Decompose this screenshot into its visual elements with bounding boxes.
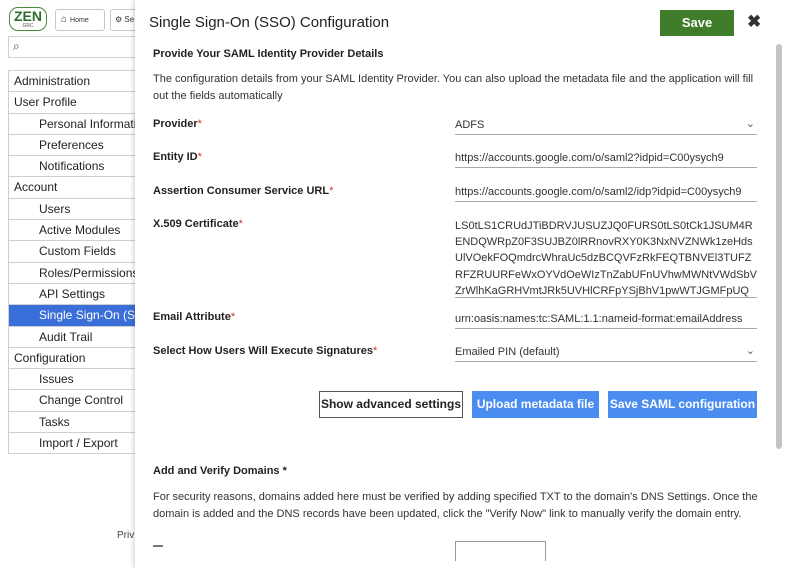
- settings-nav: Administration User Profile Personal Infor…: [8, 70, 135, 455]
- signatures-value: Emailed PIN (default): [455, 346, 560, 358]
- sidebar-item-active-modules[interactable]: Active Modules: [9, 219, 135, 240]
- provider-value: ADFS: [455, 119, 485, 131]
- signatures-label: Select How Users Will Execute Signatures…: [153, 345, 378, 357]
- sidebar-item-user-profile[interactable]: User Profile: [9, 91, 135, 112]
- close-icon[interactable]: ✖: [747, 12, 761, 32]
- provider-select[interactable]: ADFS ⌄: [455, 119, 757, 135]
- acs-url-field[interactable]: https://accounts.google.com/o/saml2/idp?…: [455, 186, 757, 202]
- acs-url-label: Assertion Consumer Service URL*: [153, 185, 334, 197]
- certificate-textarea[interactable]: LS0tLS1CRUdJTiBDRVJUSUZJQ0FURS0tLS0tCk1J…: [455, 218, 757, 298]
- logo-subtext: GRC: [22, 23, 34, 29]
- logo-text: ZEN: [14, 8, 42, 24]
- sidebar-item-users[interactable]: Users: [9, 197, 135, 219]
- sidebar-item-change-control[interactable]: Change Control: [9, 389, 135, 410]
- chevron-down-icon: ⌄: [745, 346, 755, 357]
- sidebar-item-import-export[interactable]: Import / Export: [9, 432, 135, 453]
- sidebar-item-tasks[interactable]: Tasks: [9, 410, 135, 432]
- sidebar-item-preferences[interactable]: Preferences: [9, 133, 135, 155]
- sidebar-item-administration[interactable]: Administration: [9, 70, 135, 91]
- sidebar-item-audit-trail[interactable]: Audit Trail: [9, 325, 135, 347]
- sidebar-item-account[interactable]: Account: [9, 176, 135, 197]
- sidebar-item-configuration[interactable]: Configuration: [9, 346, 135, 368]
- checkbox-partial[interactable]: [153, 545, 163, 547]
- sidebar-item-api-settings[interactable]: API Settings: [9, 282, 135, 304]
- save-saml-config-button[interactable]: Save SAML configuration: [608, 391, 757, 418]
- settings-label: Se: [124, 15, 135, 24]
- sidebar-item-roles-permissions[interactable]: Roles/Permissions: [9, 261, 135, 283]
- certificate-label: X.509 Certificate*: [153, 218, 243, 230]
- section-domains-description: For security reasons, domains added here…: [153, 491, 758, 520]
- home-label: Home: [70, 17, 89, 24]
- domain-input[interactable]: [455, 541, 546, 561]
- home-button[interactable]: ⌂ Home: [55, 9, 105, 31]
- modal-header: Single Sign-On (SSO) Configuration Save …: [135, 0, 787, 42]
- save-button[interactable]: Save: [660, 10, 734, 36]
- entity-id-field[interactable]: https://accounts.google.com/o/saml2?idpi…: [455, 152, 757, 168]
- home-icon: ⌂: [61, 14, 68, 25]
- sidebar-item-notifications[interactable]: Notifications: [9, 155, 135, 176]
- section-domains-title: Add and Verify Domains *: [153, 465, 287, 477]
- provider-label: Provider*: [153, 118, 202, 130]
- signatures-select[interactable]: Emailed PIN (default) ⌄: [455, 346, 757, 362]
- show-advanced-settings-button[interactable]: Show advanced settings: [319, 391, 463, 418]
- sidebar-item-personal-informati[interactable]: Personal Informati: [9, 112, 135, 134]
- email-attribute-label: Email Attribute*: [153, 311, 236, 323]
- search-icon: ⌕: [13, 39, 20, 53]
- upload-metadata-button[interactable]: Upload metadata file: [472, 391, 599, 418]
- gear-icon: ⚙: [115, 15, 123, 24]
- sso-config-modal: Single Sign-On (SSO) Configuration Save …: [135, 0, 787, 568]
- chevron-down-icon: ⌄: [745, 119, 755, 130]
- scrollbar-thumb[interactable]: [776, 44, 782, 449]
- sidebar-item-issues[interactable]: Issues: [9, 368, 135, 389]
- sidebar-item-custom-fields[interactable]: Custom Fields: [9, 240, 135, 261]
- privacy-link[interactable]: Priv: [117, 530, 134, 541]
- section-idp-title: Provide Your SAML Identity Provider Deta…: [153, 48, 384, 60]
- sidebar-item-single-sign-on-ss[interactable]: Single Sign-On (SS: [9, 304, 135, 326]
- modal-title: Single Sign-On (SSO) Configuration: [149, 14, 390, 31]
- app-logo[interactable]: ZEN GRC: [9, 7, 47, 31]
- section-idp-description: The configuration details from your SAML…: [153, 73, 754, 102]
- sidebar-search[interactable]: ⌕: [8, 36, 135, 58]
- email-attribute-field[interactable]: urn:oasis:names:tc:SAML:1.1:nameid-forma…: [455, 313, 757, 329]
- entity-id-label: Entity ID*: [153, 151, 202, 163]
